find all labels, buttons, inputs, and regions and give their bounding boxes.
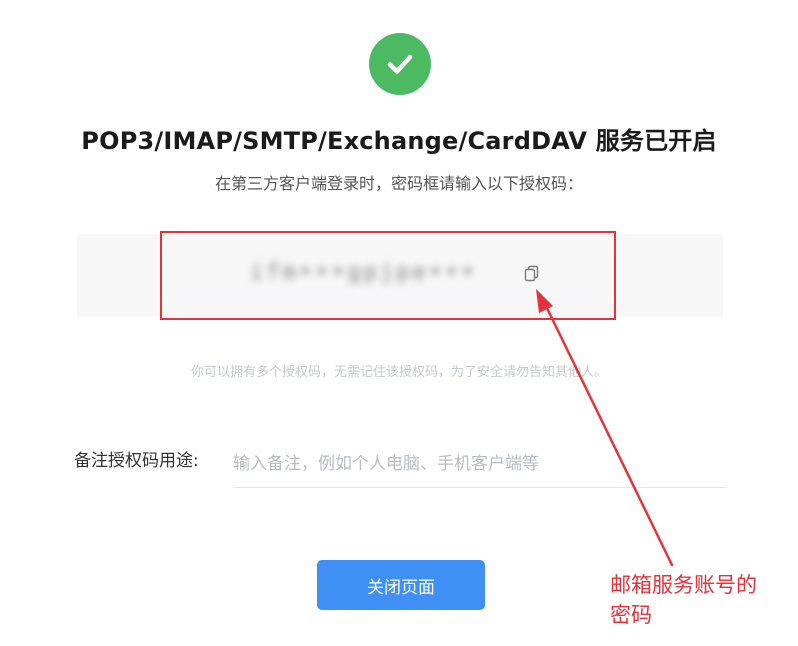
annotation-text: 邮箱服务账号的 密码: [610, 570, 795, 630]
security-hint: 你可以拥有多个授权码，无需记住该授权码，为了安全请勿告知其他人。: [190, 365, 607, 380]
page-title: POP3/IMAP/SMTP/Exchange/CardDAV 服务已开启: [81, 127, 717, 155]
remark-label: 备注授权码用途:: [74, 451, 199, 471]
annotation-line1: 邮箱服务账号的: [610, 573, 757, 597]
check-circle-icon: [369, 33, 431, 95]
annotation-line2: 密码: [610, 603, 652, 627]
highlight-box: [160, 231, 616, 320]
remark-input[interactable]: [233, 440, 727, 488]
page-subtitle: 在第三方客户端登录时，密码框请输入以下授权码：: [214, 174, 583, 193]
close-page-button[interactable]: 关闭页面: [317, 560, 485, 610]
annotation-arrow: [536, 289, 674, 567]
